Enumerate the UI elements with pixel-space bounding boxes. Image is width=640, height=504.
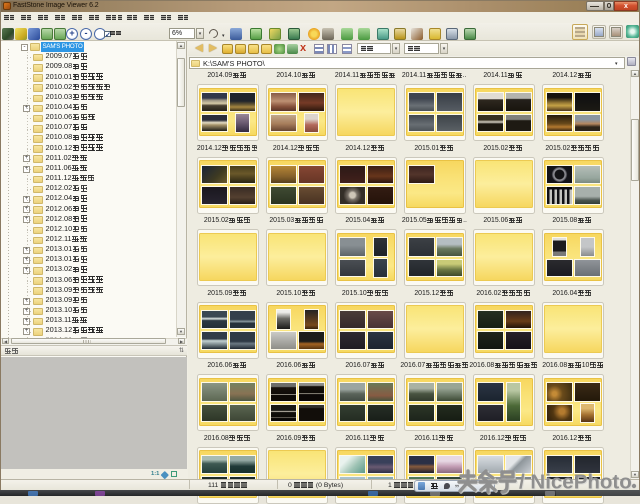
svg-text:/ NicePhoto: / NicePhoto xyxy=(519,470,632,493)
